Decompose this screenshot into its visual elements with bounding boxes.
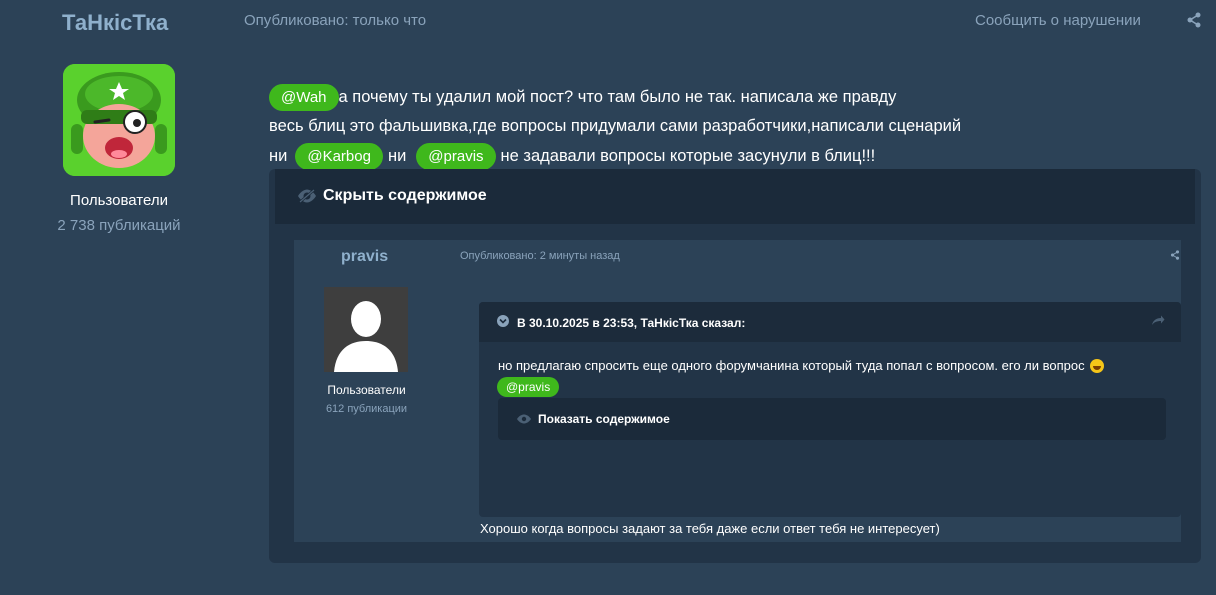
quote-title: В 30.10.2025 в 23:53, ТаНкісТка сказал: (517, 316, 746, 330)
spoiler-block: Скрыть содержимое pravis Опубликовано: 2… (269, 169, 1201, 563)
embedded-author-posts-count: 612 публикации (325, 403, 408, 415)
show-content-toggle: Показать содержимое (498, 398, 1166, 440)
share-icon[interactable] (1186, 12, 1202, 28)
eye-crossed-icon (298, 189, 316, 203)
post-text-2: весь блиц это фальшивка,где вопросы прид… (269, 117, 962, 135)
post-line-3: ни @Karbog ни @pravis не задавали вопрос… (269, 143, 875, 170)
embedded-author-avatar (324, 287, 408, 372)
quote-text: но предлагаю спросить еще одного форумча… (498, 358, 1104, 373)
post-text-1: а почему ты удалил мой пост? что там был… (338, 88, 897, 106)
report-link[interactable]: Сообщить о нарушении (975, 12, 1141, 29)
quote-header[interactable]: В 30.10.2025 в 23:53, ТаНкісТка сказал: (479, 302, 1181, 342)
embedded-author-group: Пользователи (327, 383, 406, 397)
laughing-emoji-icon (1089, 358, 1104, 373)
quote-text-body: но предлагаю спросить еще одного форумча… (498, 358, 1085, 373)
embedded-published-time: Опубликовано: 2 минуты назад (460, 250, 620, 262)
reply-icon (1152, 315, 1165, 325)
post-text-3-mid: ни (387, 147, 407, 165)
show-content-title: Показать содержимое (538, 412, 670, 426)
post-line-2: весь блиц это фальшивка,где вопросы прид… (269, 117, 961, 136)
quote-block: В 30.10.2025 в 23:53, ТаНкісТка сказал: … (479, 302, 1181, 517)
chevron-down-icon (497, 315, 509, 327)
embedded-post: pravis Опубликовано: 2 минуты назад Поль… (294, 240, 1181, 542)
mention-pravis[interactable]: @pravis (416, 143, 496, 170)
quote-mention-pravis: @pravis (497, 377, 560, 397)
embedded-author-name[interactable]: pravis (341, 248, 388, 266)
embedded-post-text: Хорошо когда вопросы задают за тебя даже… (480, 521, 940, 536)
post-text-3-post: не задавали вопросы которые засунули в б… (500, 147, 876, 165)
mention-wah[interactable]: @Wah (269, 84, 339, 111)
share-icon (1170, 250, 1180, 260)
spoiler-toggle[interactable]: Скрыть содержимое (275, 169, 1195, 224)
eye-icon (517, 414, 531, 424)
author-posts-count: 2 738 публикаций (57, 217, 181, 234)
post-text-3-pre: ни (269, 147, 288, 165)
post-published-time[interactable]: Опубликовано: только что (244, 12, 426, 29)
post-author-name[interactable]: ТаНкісТка (62, 10, 168, 36)
author-avatar[interactable] (63, 64, 175, 176)
spoiler-title: Скрыть содержимое (323, 187, 487, 204)
post-line-1: @Wah а почему ты удалил мой пост? что та… (269, 84, 896, 111)
author-group: Пользователи (70, 192, 168, 209)
mention-karbog[interactable]: @Karbog (295, 143, 383, 170)
